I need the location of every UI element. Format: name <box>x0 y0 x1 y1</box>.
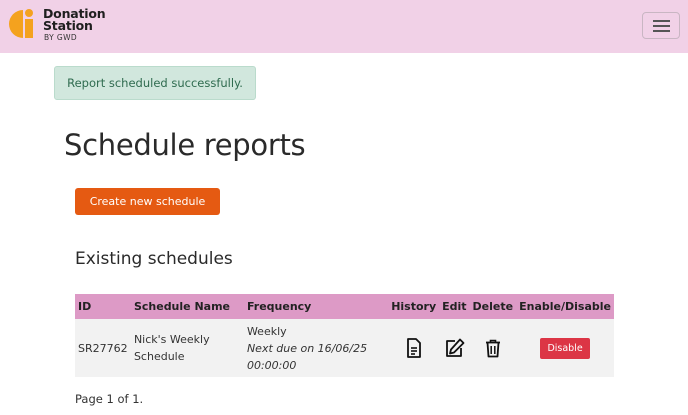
menu-toggle-button[interactable] <box>642 12 680 39</box>
table-header-row: ID Schedule Name Frequency History Edit … <box>75 294 614 319</box>
next-due-date: Next due on 16/06/25 <box>246 341 368 355</box>
next-due-time: 00:00:00 <box>246 358 297 372</box>
header-id: ID <box>75 294 131 319</box>
success-alert: Report scheduled successfully. <box>54 66 256 100</box>
schedule-name-line-1: Nick's Weekly <box>133 333 210 346</box>
schedules-table: ID Schedule Name Frequency History Edit … <box>75 294 614 377</box>
page-title: Schedule reports <box>64 128 306 162</box>
header-name: Schedule Name <box>130 294 244 319</box>
brand-name: Donation Station <box>43 7 106 33</box>
header-enable-disable: Enable/Disable <box>516 294 614 319</box>
navbar: Donation Station BY GWD <box>0 0 688 53</box>
edit-icon[interactable] <box>444 338 465 359</box>
brand-line-2: Station <box>43 18 93 33</box>
cell-name: Nick's Weekly Schedule <box>130 319 244 377</box>
hamburger-icon <box>653 20 670 22</box>
section-title: Existing schedules <box>75 249 233 269</box>
header-delete: Delete <box>469 294 517 319</box>
frequency-value: Weekly <box>246 324 287 338</box>
cell-history <box>388 319 440 377</box>
header-edit: Edit <box>439 294 470 319</box>
create-schedule-button[interactable]: Create new schedule <box>75 188 220 215</box>
header-history: History <box>388 294 440 319</box>
cell-edit <box>439 319 470 377</box>
cell-id: SR27762 <box>75 319 131 377</box>
cell-toggle: Disable <box>516 319 614 377</box>
hamburger-icon-line <box>653 25 670 27</box>
hamburger-icon-line <box>653 30 670 32</box>
cell-delete <box>469 319 517 377</box>
table-row: SR27762 Nick's Weekly Schedule Weekly Ne… <box>75 319 614 377</box>
schedule-name-line-2: Schedule <box>133 350 185 363</box>
donation-station-logo[interactable] <box>6 7 40 41</box>
disable-button[interactable]: Disable <box>540 337 590 359</box>
document-icon[interactable] <box>406 338 422 358</box>
trash-icon[interactable] <box>485 339 501 358</box>
brand-subtitle: BY GWD <box>44 33 78 42</box>
cell-frequency: Weekly Next due on 16/06/25 00:00:00 <box>243 319 389 377</box>
pagination-text: Page 1 of 1. <box>75 392 144 406</box>
header-frequency: Frequency <box>243 294 389 319</box>
